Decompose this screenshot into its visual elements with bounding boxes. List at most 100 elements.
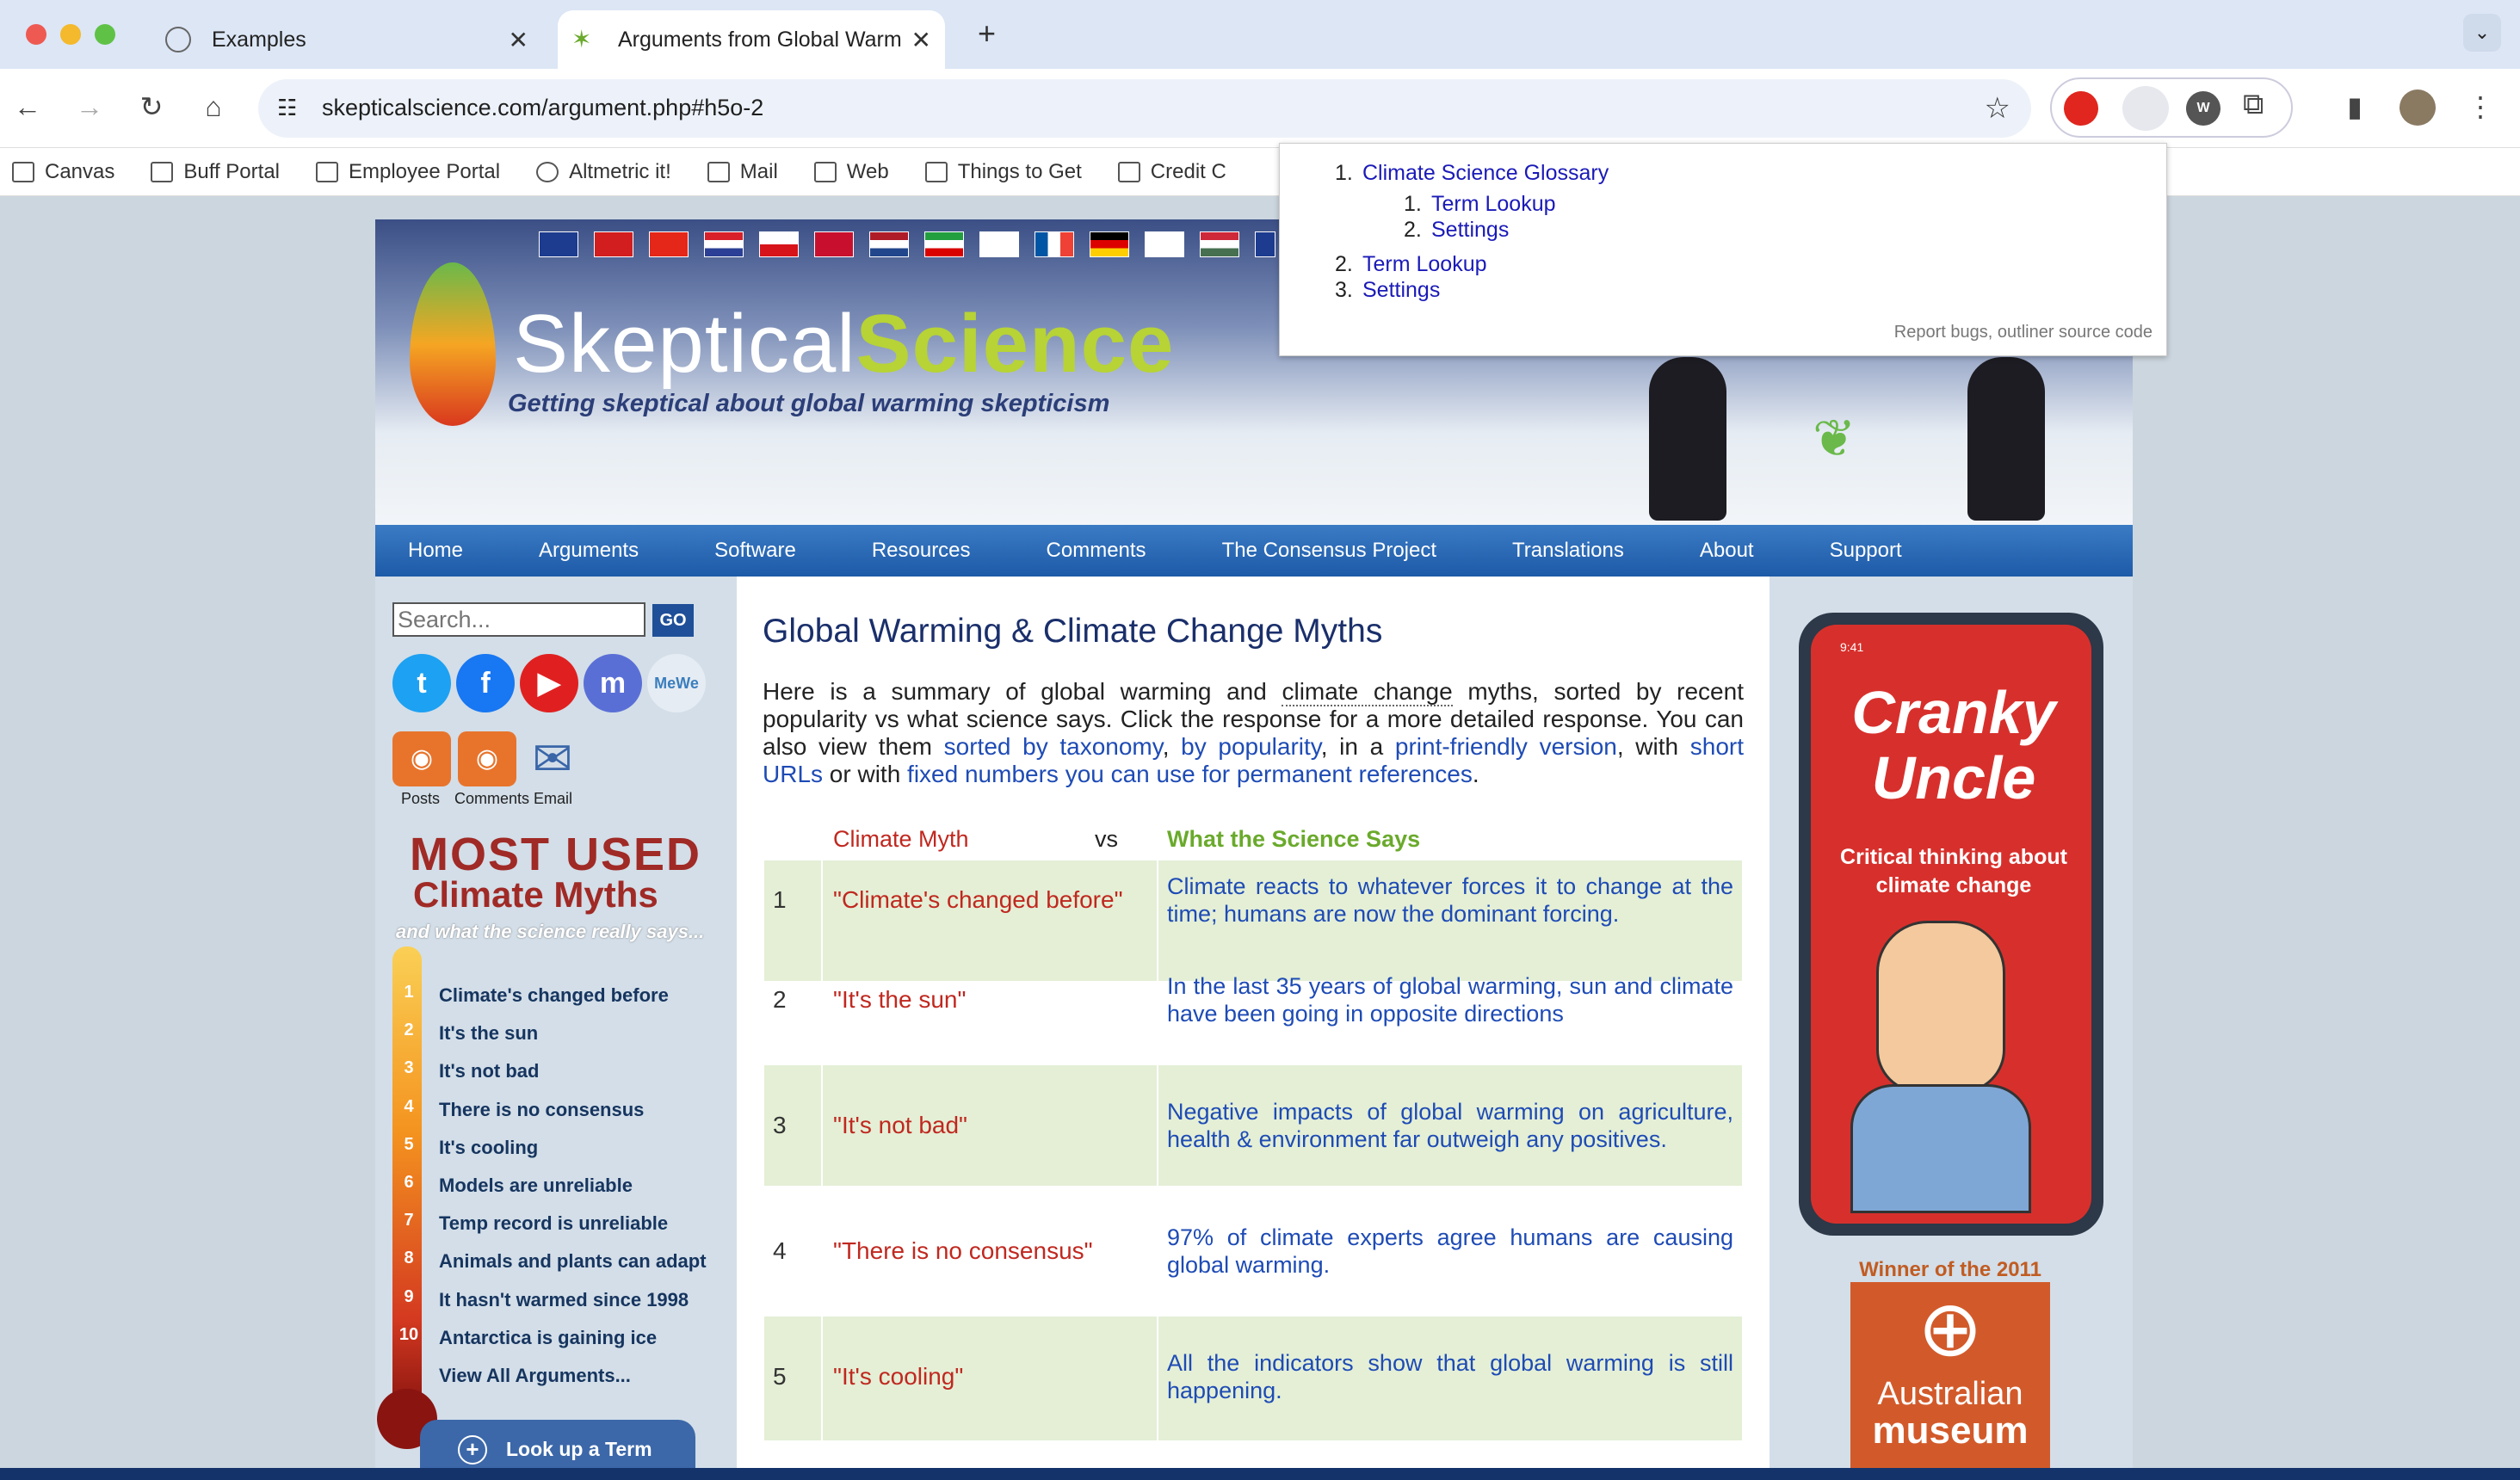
bookmark-buff-portal[interactable]: Buff Portal: [151, 160, 280, 184]
nav-translations[interactable]: Translations: [1512, 539, 1624, 563]
bookmark-folder-credit[interactable]: Credit C: [1117, 160, 1226, 184]
flag-czech-icon[interactable]: [759, 231, 799, 257]
source-code-link[interactable]: outliner source code: [1998, 323, 2152, 342]
myth-text[interactable]: "It's not bad": [833, 1112, 967, 1139]
minimize-window-button[interactable]: [60, 24, 81, 45]
site-info-icon[interactable]: ☷: [277, 95, 297, 121]
outline-term-lookup-link[interactable]: Term Lookup: [1431, 192, 1556, 217]
sidebar-myth-link[interactable]: It's not bad: [439, 1060, 539, 1082]
outliner-icon[interactable]: [2122, 86, 2169, 131]
sidebar-myth-link[interactable]: View All Arguments...: [439, 1365, 631, 1387]
avatar[interactable]: [2400, 89, 2436, 126]
home-icon[interactable]: ⌂: [195, 88, 232, 126]
new-tab-button[interactable]: +: [978, 15, 996, 52]
tab-arguments[interactable]: ✶ Arguments from Global Warm ✕: [558, 10, 945, 69]
table-row[interactable]: 2 "It's the sun" In the last 35 years of…: [764, 936, 1742, 1065]
flag-finland-icon[interactable]: [979, 231, 1019, 257]
search-input[interactable]: [392, 602, 645, 637]
flag-partial-icon[interactable]: [1255, 231, 1275, 257]
rss-comments-icon[interactable]: ◉: [458, 731, 516, 786]
sidebar-myth-link[interactable]: It's cooling: [439, 1137, 538, 1159]
nav-home[interactable]: Home: [408, 539, 463, 563]
rss-posts-icon[interactable]: ◉: [392, 731, 451, 786]
myth-text[interactable]: "It's the sun": [833, 986, 966, 1014]
site-logo[interactable]: SkepticalScience: [513, 297, 1174, 392]
mewe-icon[interactable]: MeWe: [647, 654, 706, 712]
taxonomy-link[interactable]: sorted by taxonomy: [944, 733, 1163, 760]
nav-support[interactable]: Support: [1830, 539, 1902, 563]
flag-israel-icon[interactable]: [1145, 231, 1184, 257]
sidebar-myth-link[interactable]: There is no consensus: [439, 1099, 644, 1121]
tab-search-icon[interactable]: ⌄: [2463, 14, 2501, 52]
twitter-icon[interactable]: t: [392, 654, 451, 712]
close-tab-icon[interactable]: ✕: [509, 26, 528, 54]
bookmark-folder-things[interactable]: Things to Get: [924, 160, 1082, 184]
back-icon[interactable]: ←: [9, 88, 46, 126]
bookmark-folder-web[interactable]: Web: [813, 160, 889, 184]
myth-text[interactable]: "There is no consensus": [833, 1237, 1093, 1265]
outline-settings-link[interactable]: Settings: [1362, 278, 1440, 303]
report-bugs-link[interactable]: Report bugs: [1894, 323, 1988, 342]
science-text[interactable]: Negative impacts of global warming on ag…: [1167, 1098, 1733, 1153]
nav-resources[interactable]: Resources: [872, 539, 971, 563]
wordpress-icon[interactable]: W: [2186, 91, 2220, 126]
sidebar-myth-link[interactable]: Antarctica is gaining ice: [439, 1327, 657, 1349]
puzzle-icon[interactable]: ⧉: [2243, 88, 2264, 121]
myth-text[interactable]: "It's cooling": [833, 1363, 963, 1391]
flag-croatia-icon[interactable]: [704, 231, 744, 257]
outline-glossary-link[interactable]: Climate Science Glossary: [1362, 161, 1609, 186]
adblock-icon[interactable]: [2064, 91, 2098, 126]
flag-uk-icon[interactable]: [539, 231, 578, 257]
table-row[interactable]: 3 "It's not bad" Negative impacts of glo…: [764, 1065, 1742, 1186]
close-tab-icon[interactable]: ✕: [911, 26, 931, 54]
sidebar-myth-link[interactable]: Climate's changed before: [439, 984, 669, 1007]
bookmark-altmetric[interactable]: Altmetric it!: [536, 160, 671, 184]
sidebar-icon[interactable]: ▮: [2336, 88, 2374, 126]
go-button[interactable]: GO: [652, 604, 694, 637]
flag-albania-icon[interactable]: [594, 231, 633, 257]
science-text[interactable]: Climate reacts to whatever forces it to …: [1167, 873, 1733, 928]
sidebar-myth-link[interactable]: Animals and plants can adapt: [439, 1250, 707, 1273]
australian-museum-badge[interactable]: ⊕ Australian museum: [1850, 1282, 2050, 1480]
fixed-numbers-link[interactable]: fixed numbers you can use for permanent …: [907, 761, 1473, 787]
sidebar-myth-link[interactable]: Temp record is unreliable: [439, 1212, 668, 1235]
table-row[interactable]: 4 "There is no consensus" 97% of climate…: [764, 1191, 1742, 1317]
email-icon[interactable]: ✉: [523, 731, 582, 786]
nav-software[interactable]: Software: [714, 539, 796, 563]
bookmark-folder-mail[interactable]: Mail: [707, 160, 778, 184]
maximize-window-button[interactable]: [95, 24, 115, 45]
flag-germany-icon[interactable]: [1090, 231, 1129, 257]
mastodon-icon[interactable]: m: [584, 654, 642, 712]
sidebar-myth-link[interactable]: It hasn't warmed since 1998: [439, 1289, 689, 1311]
bookmark-canvas[interactable]: Canvas: [12, 160, 114, 184]
print-friendly-link[interactable]: print-friendly version: [1395, 733, 1617, 760]
youtube-icon[interactable]: ▶: [520, 654, 578, 712]
facebook-icon[interactable]: f: [456, 654, 515, 712]
flag-denmark-icon[interactable]: [814, 231, 854, 257]
sidebar-myth-link[interactable]: Models are unreliable: [439, 1175, 633, 1197]
climate-change-link[interactable]: climate change: [1282, 678, 1453, 706]
nav-comments[interactable]: Comments: [1047, 539, 1146, 563]
outline-settings-link[interactable]: Settings: [1431, 218, 1509, 243]
science-text[interactable]: All the indicators show that global warm…: [1167, 1349, 1733, 1404]
close-window-button[interactable]: [26, 24, 46, 45]
flag-china-icon[interactable]: [649, 231, 689, 257]
nav-about[interactable]: About: [1700, 539, 1754, 563]
science-text[interactable]: 97% of climate experts agree humans are …: [1167, 1224, 1733, 1279]
outline-term-lookup-link[interactable]: Term Lookup: [1362, 252, 1487, 277]
bookmark-employee-portal[interactable]: Employee Portal: [316, 160, 500, 184]
flag-netherlands-icon[interactable]: [869, 231, 909, 257]
science-text[interactable]: In the last 35 years of global warming, …: [1167, 972, 1733, 1027]
nav-consensus-project[interactable]: The Consensus Project: [1222, 539, 1436, 563]
forward-icon[interactable]: →: [71, 88, 108, 126]
flag-iran-icon[interactable]: [924, 231, 964, 257]
sidebar-myth-link[interactable]: It's the sun: [439, 1022, 538, 1045]
nav-arguments[interactable]: Arguments: [539, 539, 639, 563]
address-bar[interactable]: ☷ skepticalscience.com/argument.php#h5o-…: [258, 79, 2031, 138]
tab-examples[interactable]: Examples ✕: [155, 10, 542, 69]
popularity-link[interactable]: by popularity: [1181, 733, 1321, 760]
flag-hungary-icon[interactable]: [1200, 231, 1239, 257]
bookmark-star-icon[interactable]: ☆: [1985, 91, 2010, 126]
menu-kebab-icon[interactable]: ⋮: [2461, 88, 2499, 126]
climate-myth-header[interactable]: Climate Myth: [833, 826, 969, 853]
